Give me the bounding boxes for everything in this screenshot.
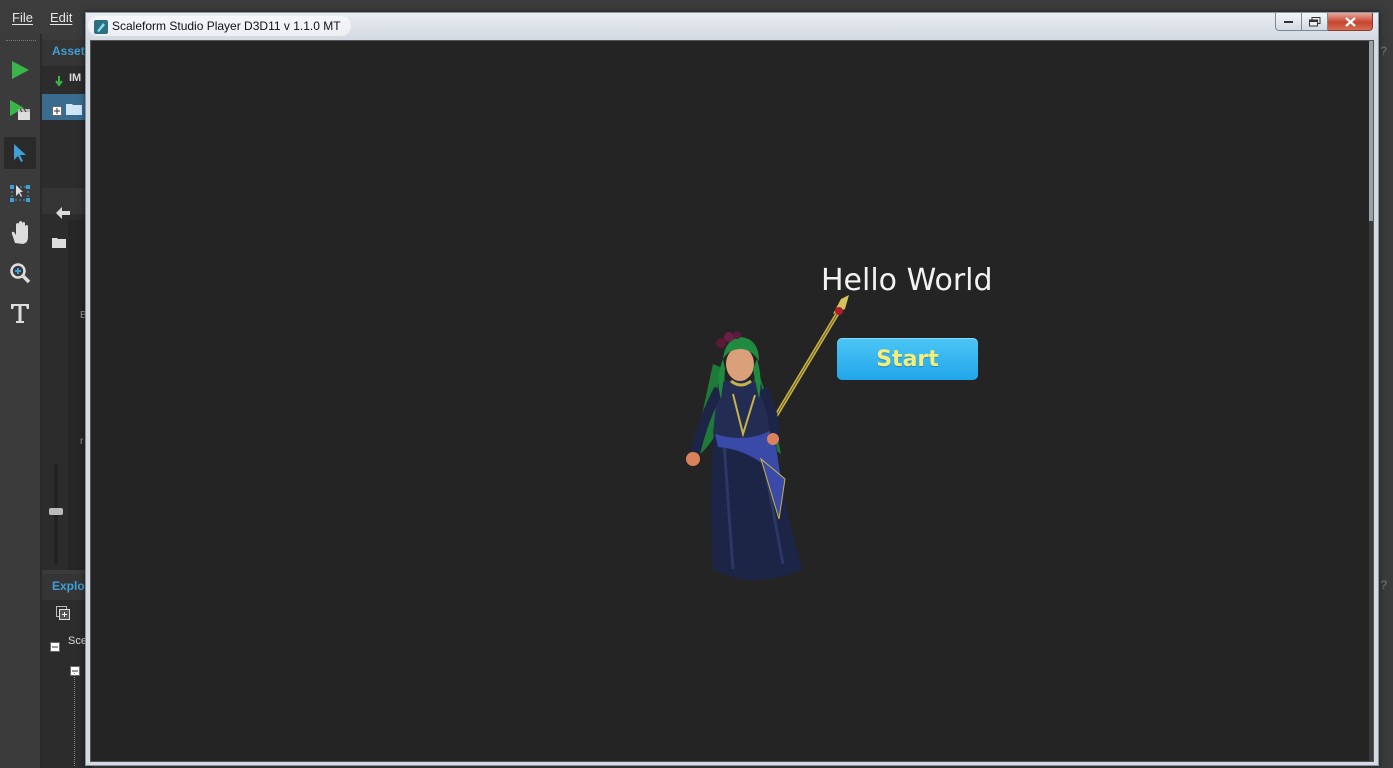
folder-icon	[66, 100, 82, 119]
minimize-icon	[1283, 20, 1293, 23]
add-layer-icon[interactable]	[56, 605, 70, 624]
hello-world-text: Hello World	[821, 263, 993, 298]
minimize-button[interactable]	[1275, 13, 1302, 31]
zoom-icon[interactable]	[4, 257, 36, 289]
player-viewport[interactable]: Hello World Start	[90, 40, 1374, 762]
select-arrow-icon[interactable]	[4, 137, 36, 169]
player-window: Scaleform Studio Player D3D11 v 1.1.0 MT	[85, 12, 1379, 766]
folder-small-icon[interactable]	[52, 233, 66, 252]
asset-item-label-2: r	[80, 436, 84, 447]
menu-file[interactable]: File	[5, 10, 40, 25]
close-button[interactable]	[1328, 13, 1373, 31]
collapse-minus-icon-2[interactable]	[70, 661, 80, 680]
expand-plus-icon[interactable]	[52, 101, 62, 120]
start-button[interactable]: Start	[837, 338, 978, 380]
player-title: Scaleform Studio Player D3D11 v 1.1.0 MT	[112, 19, 341, 33]
tree-guide-line	[74, 671, 75, 766]
maximize-button[interactable]	[1302, 13, 1328, 31]
toolbar-grip	[6, 40, 36, 41]
help-marker-top[interactable]: ?	[1380, 44, 1387, 58]
tool-palette	[0, 46, 40, 768]
play-scene-icon[interactable]	[4, 94, 36, 126]
close-icon	[1344, 16, 1356, 27]
import-icon[interactable]	[54, 72, 64, 91]
zoom-slider-handle[interactable]	[49, 508, 63, 515]
menu-edit[interactable]: Edit	[43, 10, 79, 25]
sorceress-character-image	[686, 295, 849, 580]
text-tool-icon[interactable]	[4, 297, 36, 329]
maximize-icon	[1308, 16, 1320, 26]
window-controls	[1275, 13, 1373, 31]
player-app-icon	[94, 19, 108, 34]
import-label[interactable]: IM	[69, 72, 81, 84]
viewport-scrollbar[interactable]	[1369, 41, 1373, 761]
player-titlebar[interactable]: Scaleform Studio Player D3D11 v 1.1.0 MT	[86, 13, 1378, 40]
start-button-label: Start	[876, 346, 939, 372]
explorer-title: Explo	[52, 579, 85, 593]
collapse-minus-icon[interactable]	[50, 637, 60, 656]
transform-icon[interactable]	[4, 177, 36, 209]
title-pill: Scaleform Studio Player D3D11 v 1.1.0 MT	[88, 16, 351, 36]
play-icon[interactable]	[4, 54, 36, 86]
help-marker-bottom[interactable]: ?	[1380, 578, 1387, 592]
hand-pan-icon[interactable]	[4, 217, 36, 249]
viewport-scroll-thumb[interactable]	[1369, 41, 1373, 221]
